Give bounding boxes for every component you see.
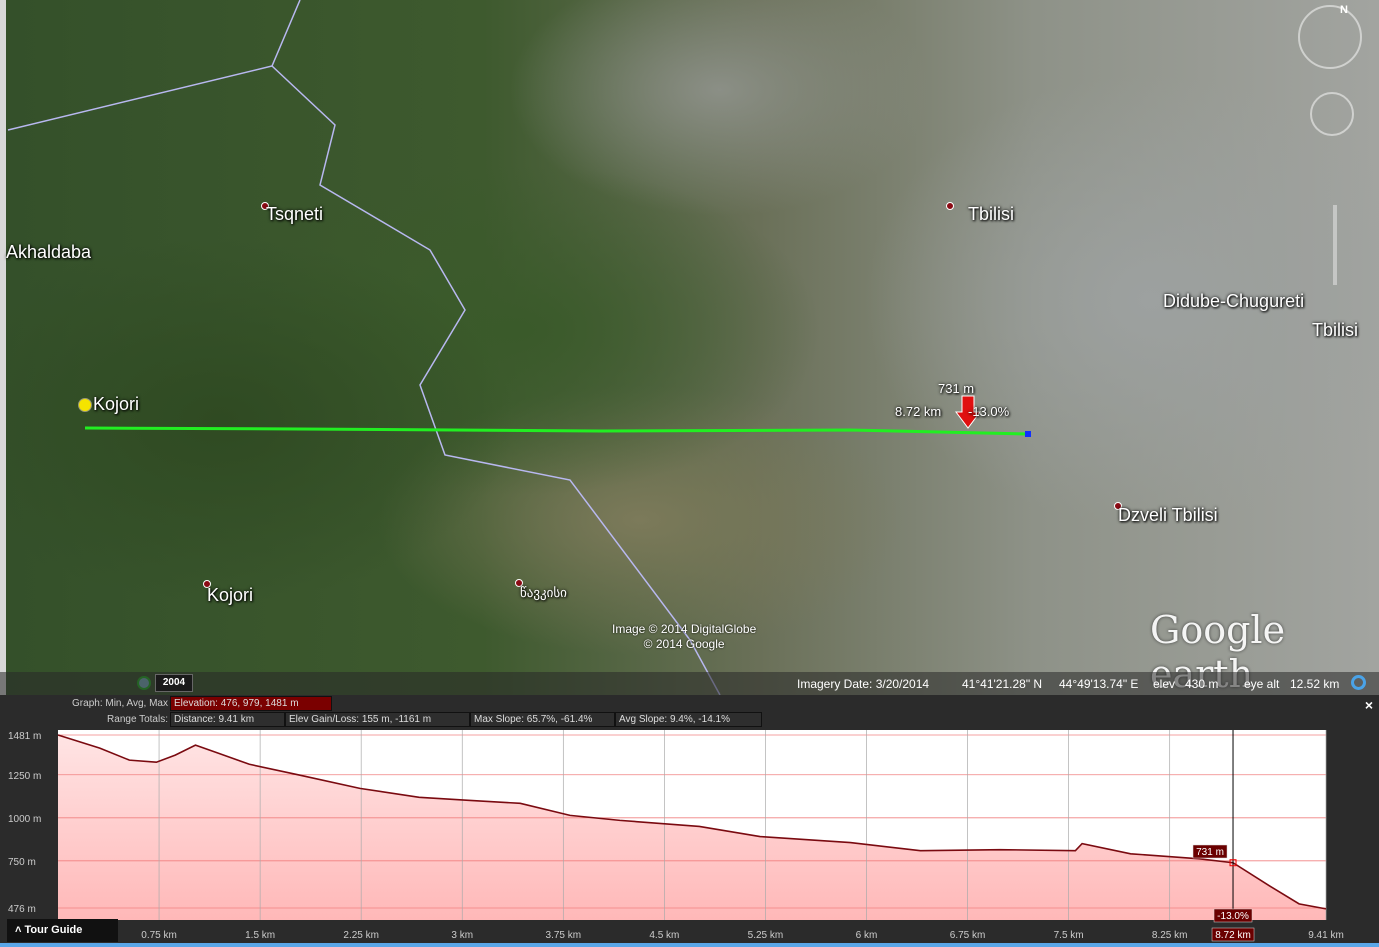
imagery-copyright: Image © 2014 DigitalGlobe © 2014 Google	[612, 622, 757, 651]
border-line	[7, 0, 301, 131]
zoom-slider[interactable]	[1333, 205, 1337, 285]
x-tick-label: 7.5 km	[1054, 930, 1084, 941]
map-label[interactable]: Kojori	[93, 394, 139, 415]
compass-control[interactable]: N	[1298, 4, 1362, 69]
imagery-date: Imagery Date: 3/20/2014	[797, 677, 930, 691]
map-label[interactable]: Tbilisi	[968, 204, 1014, 225]
pushpin-icon[interactable]	[78, 398, 92, 412]
elevation-chart[interactable]: 1481 m 1250 m 1000 m 750 m 476 m 0.75 km 1.5 k…	[0, 695, 1379, 947]
marker-distance: 8.72 km	[895, 404, 942, 419]
border-line	[271, 65, 721, 695]
map-label[interactable]: Dzveli Tbilisi	[1118, 505, 1218, 526]
place-pin-icon[interactable]	[946, 202, 954, 210]
y-tick-label: 1481 m	[8, 731, 41, 742]
eye-alt-readout: 12.52 km	[1290, 677, 1340, 691]
map-label[interactable]: Tsqneti	[266, 204, 323, 225]
cursor-slope-label: -13.0%	[1217, 911, 1249, 922]
pan-control[interactable]	[1310, 92, 1354, 136]
cursor-distance-label: 8.72 km	[1215, 930, 1251, 941]
elevation-readout: 430 m	[1185, 677, 1219, 691]
path-end-marker	[1025, 431, 1031, 437]
map-view[interactable]: Kojori Tsqneti Akhaldaba Kojori წავკისი …	[0, 0, 1379, 695]
map-label[interactable]: Didube-Chugureti	[1163, 291, 1304, 312]
x-tick-label: 6.75 km	[950, 930, 986, 941]
map-label[interactable]: წავკისი	[520, 585, 567, 601]
x-tick-label: 6 km	[856, 930, 878, 941]
map-label[interactable]: Akhaldaba	[6, 242, 91, 263]
map-label[interactable]: Kojori	[207, 585, 253, 606]
x-tick-label: 8.25 km	[1152, 930, 1188, 941]
y-tick-label: 1000 m	[8, 814, 41, 825]
y-tick-label: 476 m	[8, 904, 36, 915]
streaming-icon	[1351, 675, 1366, 690]
y-tick-label: 750 m	[8, 857, 36, 868]
x-tick-label: 4.5 km	[649, 930, 679, 941]
status-bar: Imagery Date: 3/20/2014 41°41'21.28" N 4…	[0, 672, 1379, 695]
x-tick-label: 9.41 km	[1308, 930, 1344, 941]
x-tick-label: 3 km	[451, 930, 473, 941]
cursor-elevation-label: 731 m	[1196, 847, 1224, 858]
x-tick-label: 5.25 km	[748, 930, 784, 941]
latitude: 41°41'21.28" N	[962, 677, 1043, 691]
window-bottom-border	[0, 943, 1379, 947]
x-tick-label: 3.75 km	[546, 930, 582, 941]
marker-elevation: 731 m	[938, 381, 975, 396]
x-tick-label: 1.5 km	[245, 930, 275, 941]
eye-alt-label: eye alt	[1244, 677, 1280, 691]
map-label[interactable]: Tbilisi	[1312, 320, 1358, 341]
elevation-profile-panel: Graph: Min, Avg, Max Elevation: 476, 979…	[0, 695, 1379, 947]
y-tick-label: 1250 m	[8, 771, 41, 782]
x-tick-label: 2.25 km	[343, 930, 379, 941]
measured-path	[84, 426, 1029, 436]
tour-guide-button[interactable]: ˄ Tour Guide	[7, 919, 118, 942]
historical-year[interactable]: 2004	[155, 674, 193, 692]
elev-label: elev	[1153, 677, 1176, 691]
marker-slope: -13.0%	[968, 404, 1010, 419]
longitude: 44°49'13.74" E	[1059, 677, 1139, 691]
x-tick-label: 0.75 km	[141, 930, 177, 941]
